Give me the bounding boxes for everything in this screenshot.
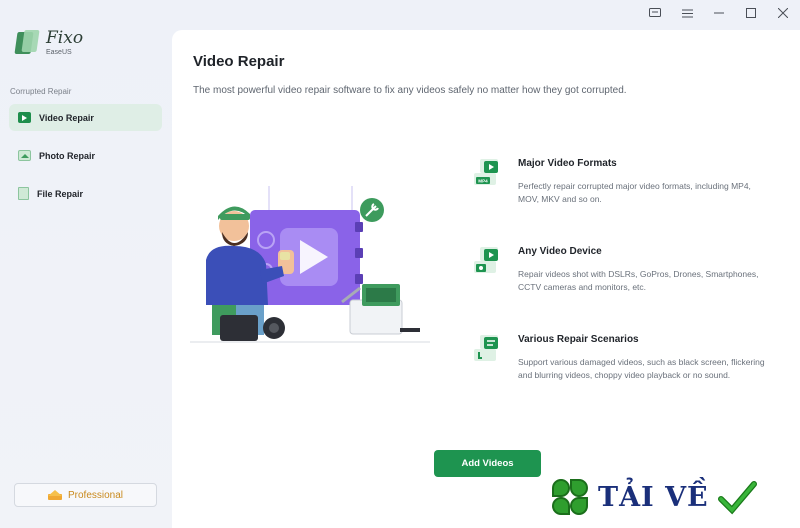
page-title: Video Repair [193,53,285,70]
feature-title: Various Repair Scenarios [518,334,639,345]
feature-desc: Support various damaged videos, such as … [518,357,765,380]
video-repair-illustration [190,180,440,355]
maximize-icon[interactable] [744,6,758,20]
file-icon [18,187,29,200]
sidebar-item-photo-repair[interactable]: Photo Repair [9,142,162,169]
feedback-icon[interactable] [648,6,662,20]
sidebar: Fixo EaseUS Corrupted Repair Video Repai… [0,0,172,528]
feature-title: Any Video Device [518,246,602,257]
sidebar-nav: Video Repair Photo Repair File Repair [9,104,162,218]
feature-desc: Repair videos shot with DSLRs, GoPros, D… [518,269,759,292]
format-badge: MP4 [478,179,488,184]
clover-icon [550,477,590,517]
main-panel: Video Repair The most powerful video rep… [172,30,800,528]
app-vendor: EaseUS [46,49,72,56]
sidebar-item-label: File Repair [37,188,84,199]
app-name: Fixo [46,28,84,48]
video-format-icon: MP4 [472,157,506,191]
sidebar-item-video-repair[interactable]: Video Repair [9,104,162,131]
crown-icon [47,490,62,500]
page-subtitle: The most powerful video repair software … [193,85,627,96]
repair-scenario-icon [472,333,506,367]
sidebar-item-label: Video Repair [39,112,94,123]
sidebar-item-file-repair[interactable]: File Repair [9,180,162,207]
app-logo: Fixo EaseUS [14,28,84,56]
menu-icon[interactable] [680,6,694,20]
photo-icon [18,150,31,161]
close-icon[interactable] [776,6,790,20]
professional-button[interactable]: Professional [14,483,157,507]
sidebar-item-label: Photo Repair [39,150,96,161]
feature-title: Major Video Formats [518,158,617,169]
checkmark-icon [717,481,757,515]
window-controls [648,6,790,20]
professional-label: Professional [67,489,124,501]
watermark-text: TẢI VỀ [598,481,709,513]
minimize-icon[interactable] [712,6,726,20]
feature-desc: Perfectly repair corrupted major video f… [518,181,751,204]
video-icon [18,112,31,123]
watermark: TẢI VỀ [550,472,757,522]
add-videos-button[interactable]: Add Videos [434,450,541,477]
section-label: Corrupted Repair [10,87,72,96]
fixo-logo-icon [14,30,40,56]
video-device-icon [472,245,506,279]
